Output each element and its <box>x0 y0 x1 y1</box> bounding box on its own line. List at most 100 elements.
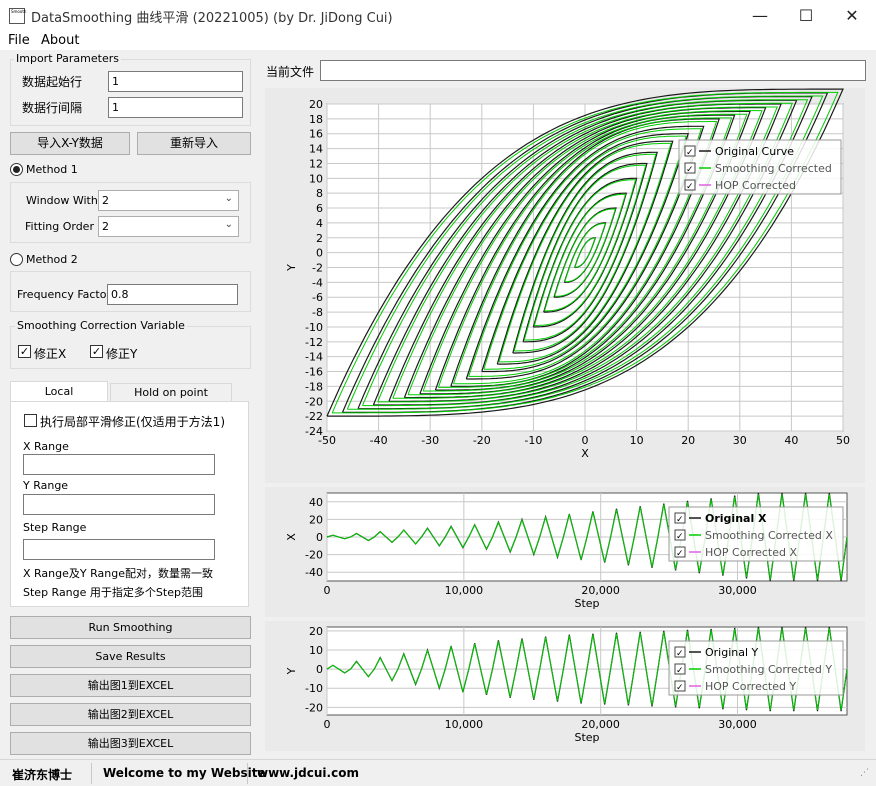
y-tick-label: 2 <box>316 232 323 245</box>
app-icon: Smooth <box>9 8 26 24</box>
legend-label: Smoothing Corrected <box>715 162 832 175</box>
x-step-chart: 0 10,000 20,000 30,000 40 20 0 -20 -40 Step X ✓ Orig… <box>285 492 848 610</box>
hysteresis-chart-panel[interactable]: -50 -40 -30 -20 -10 0 10 20 30 40 50 20 18 16 14 12 10 8 6… <box>265 88 865 483</box>
pairing-note: X Range及Y Range配对，数量需一致 <box>23 567 213 580</box>
x-tick-label: 20,000 <box>581 584 620 597</box>
minimize-button[interactable]: — <box>737 0 783 31</box>
frequency-factor-label: Frequency Factor <box>17 288 111 301</box>
x-tick-label: 10,000 <box>445 584 484 597</box>
y-tick-label: -14 <box>305 351 323 364</box>
fix-y-checkbox[interactable]: ✓ <box>90 345 103 358</box>
fix-y-label: 修正Y <box>106 347 138 361</box>
y-tick-label: 12 <box>309 157 323 170</box>
tab-hold-on-point[interactable]: Hold on point correction <box>110 383 232 417</box>
check-icon: ✓ <box>676 649 684 659</box>
welcome-text: Welcome to my Website <box>103 766 266 780</box>
row-interval-input[interactable]: 1 <box>108 97 243 118</box>
method2-radio[interactable] <box>10 253 23 266</box>
y-tick-label: -20 <box>305 701 323 714</box>
y-step-chart-panel[interactable]: 0 10,000 20,000 30,000 20 10 0 -10 -20 Step Y ✓ Orig… <box>265 621 865 751</box>
y-tick-label: -8 <box>312 306 323 319</box>
y-tick-label: 20 <box>309 98 323 111</box>
export-chart2-button[interactable]: 输出图2到EXCEL <box>10 703 251 726</box>
frequency-factor-input[interactable]: 0.8 <box>107 284 238 305</box>
chevron-down-icon: ⌄ <box>224 219 233 230</box>
run-smoothing-button[interactable]: Run Smoothing <box>10 616 251 639</box>
maximize-button[interactable]: ☐ <box>783 0 829 31</box>
legend-label: Original Curve <box>715 145 794 158</box>
x-tick-label: 20,000 <box>581 718 620 731</box>
chevron-down-icon: ⌄ <box>224 193 233 204</box>
title-bar: Smooth DataSmoothing 曲线平滑 (20221005) (by… <box>0 0 876 31</box>
x-tick-label: -30 <box>421 434 439 447</box>
menu-file[interactable]: File <box>8 33 30 48</box>
y-tick-label: -40 <box>305 566 323 579</box>
y-tick-label: 20 <box>309 513 323 526</box>
x-range-input[interactable] <box>23 454 215 475</box>
x-tick-label: 10,000 <box>445 718 484 731</box>
export-chart3-button[interactable]: 输出图3到EXCEL <box>10 732 251 755</box>
y-tick-label: -12 <box>305 336 323 349</box>
y-range-input[interactable] <box>23 494 215 515</box>
y-tick-label: -2 <box>312 262 323 275</box>
y-tick-label: -16 <box>305 366 323 379</box>
export-chart1-button[interactable]: 输出图1到EXCEL <box>10 674 251 697</box>
y-tick-label: -18 <box>305 380 323 393</box>
website-link[interactable]: www.jdcui.com <box>257 766 359 780</box>
y-tick-label: 40 <box>309 496 323 509</box>
y-tick-label: 18 <box>309 113 323 126</box>
tab-local-optimization[interactable]: Local Optimization <box>10 381 108 418</box>
step-range-input[interactable] <box>23 539 215 560</box>
x-tick-label: 50 <box>836 434 850 447</box>
window-title: DataSmoothing 曲线平滑 (20221005) (by Dr. Ji… <box>31 11 393 26</box>
x-tick-label: -20 <box>473 434 491 447</box>
hysteresis-chart: -50 -40 -30 -20 -10 0 10 20 30 40 5020181614121086… <box>285 88 850 460</box>
x-tick-label: 30,000 <box>718 584 757 597</box>
x-axis-title: Step <box>574 731 599 744</box>
import-parameters-label: Import Parameters <box>14 52 121 65</box>
fitting-order-select[interactable]: 2 ⌄ <box>98 216 239 237</box>
legend-label: Original Y <box>705 646 759 659</box>
apply-local-checkbox[interactable] <box>24 414 37 427</box>
y-step-chart: 0 10,000 20,000 30,000 20 10 0 -10 -20 Step Y ✓ Orig… <box>285 625 848 744</box>
x-step-chart-panel[interactable]: 0 10,000 20,000 30,000 40 20 0 -20 -40 Step X ✓ Orig… <box>265 487 865 617</box>
x-axis-title: X <box>581 447 589 460</box>
window-with-label: Window With <box>26 194 98 207</box>
y-range-label: Y Range <box>23 479 69 492</box>
y-tick-label: 10 <box>309 172 323 185</box>
close-button[interactable]: ✕ <box>829 0 875 31</box>
y-tick-label: 8 <box>316 187 323 200</box>
y-tick-label: -10 <box>305 682 323 695</box>
fix-x-checkbox[interactable]: ✓ <box>18 345 31 358</box>
window-with-value: 2 <box>102 194 109 207</box>
x-tick-label: -40 <box>370 434 388 447</box>
x-range-label: X Range <box>23 440 69 453</box>
x-tick-label: -10 <box>524 434 542 447</box>
x-tick-label: 30 <box>733 434 747 447</box>
y-tick-label: 20 <box>309 625 323 638</box>
method1-radio[interactable] <box>10 163 23 176</box>
y-tick-label: 6 <box>316 202 323 215</box>
x-tick-label: 30,000 <box>718 718 757 731</box>
y-axis-title: Y <box>285 667 298 675</box>
y-tick-label: -10 <box>305 321 323 334</box>
y-tick-label: -4 <box>312 276 323 289</box>
current-file-input[interactable] <box>320 60 866 81</box>
x-tick-label: 20 <box>681 434 695 447</box>
fix-x-label: 修正X <box>34 347 67 361</box>
y-tick-label: 16 <box>309 128 323 141</box>
check-icon: ✓ <box>676 515 684 525</box>
legend-label: HOP Corrected Y <box>705 680 796 693</box>
author-name: 崔济东博士 <box>12 768 73 782</box>
import-xy-button[interactable]: 导入X-Y数据 <box>10 132 130 155</box>
reimport-button[interactable]: 重新导入 <box>137 132 251 155</box>
legend-label: Smoothing Corrected X <box>705 529 833 542</box>
status-bar: 崔济东博士 Welcome to my Website www.jdcui.co… <box>0 759 876 786</box>
menu-about[interactable]: About <box>41 33 79 48</box>
save-results-button[interactable]: Save Results <box>10 645 251 668</box>
check-icon: ✓ <box>686 148 694 158</box>
start-row-input[interactable]: 1 <box>108 71 243 92</box>
window-with-select[interactable]: 2 ⌄ <box>98 190 239 211</box>
menu-bar: File About <box>0 31 876 50</box>
status-divider <box>91 763 92 784</box>
